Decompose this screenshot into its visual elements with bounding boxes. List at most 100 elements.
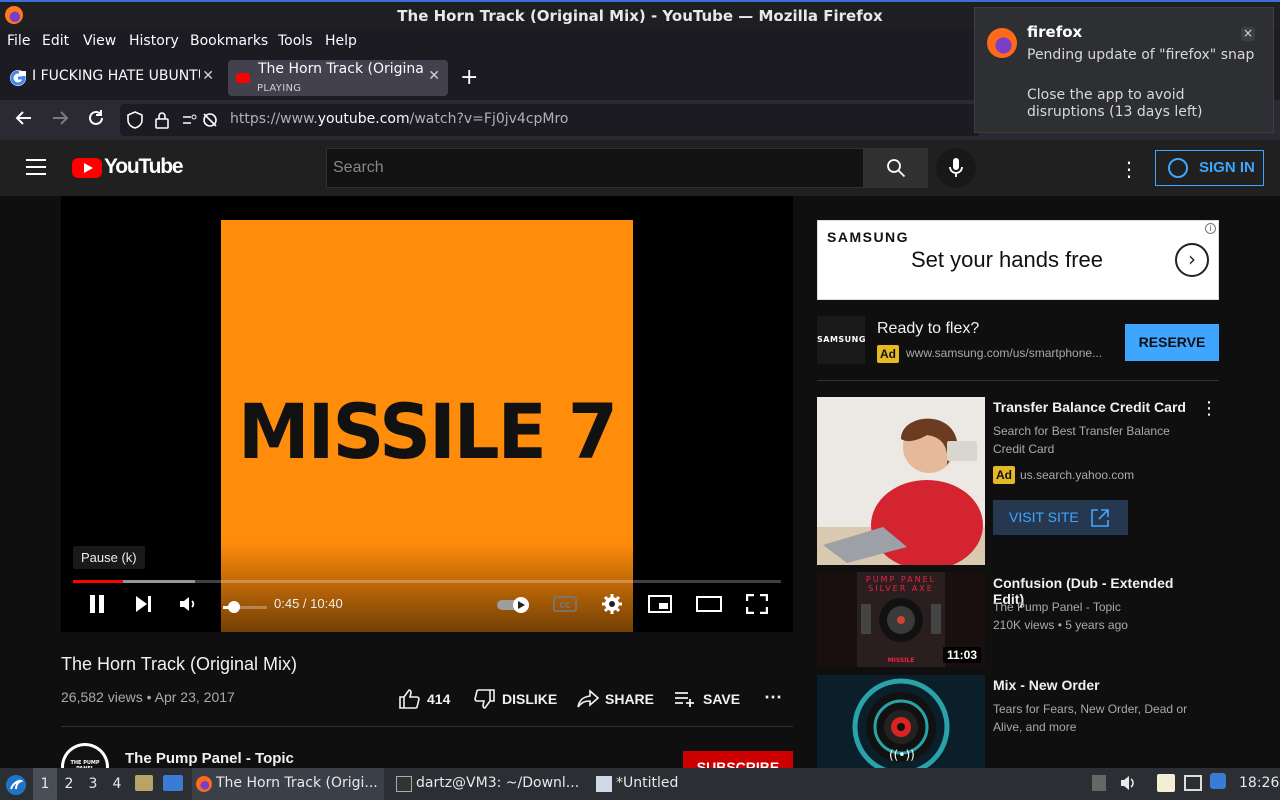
channel-name[interactable]: The Pump Panel - Topic bbox=[125, 750, 294, 767]
suggestion-stats: 210K views • 5 years ago bbox=[993, 618, 1128, 632]
thumbs-up-icon bbox=[399, 689, 420, 709]
notification-line1: Pending update of "firefox" snap bbox=[1027, 47, 1255, 63]
suggestion-desc: Tears for Fears, New Order, Dead or Aliv… bbox=[993, 702, 1188, 734]
video-title: The Horn Track (Original Mix) bbox=[61, 654, 298, 674]
video-player[interactable]: MISSILE 7 Pause (k) 0:45 / 10:40 CC bbox=[61, 196, 793, 632]
autoplay-toggle[interactable] bbox=[497, 596, 533, 626]
info-icon[interactable]: i bbox=[1205, 223, 1216, 234]
close-icon[interactable]: × bbox=[1241, 27, 1255, 41]
workspace-2[interactable]: 2 bbox=[57, 768, 81, 800]
menu-edit[interactable]: Edit bbox=[42, 33, 69, 49]
microphone-icon bbox=[949, 158, 963, 177]
search-box[interactable] bbox=[326, 148, 864, 188]
clipboard-icon[interactable] bbox=[1157, 774, 1175, 792]
youtube-logo-text[interactable]: YouTube bbox=[104, 155, 184, 179]
close-tab-icon[interactable]: ✕ bbox=[428, 68, 440, 84]
start-menu-icon[interactable] bbox=[5, 774, 27, 800]
forward-icon[interactable] bbox=[50, 108, 70, 133]
video-thumbnail[interactable]: PUMP PANEL SILVER AXE MISSILE 11:03 bbox=[817, 572, 985, 667]
tab-ubuntu[interactable]: I FUCKING HATE UBUNTU ✕ bbox=[2, 60, 222, 96]
fullscreen-icon[interactable] bbox=[745, 593, 769, 624]
task-editor[interactable]: *Untitled bbox=[592, 768, 712, 800]
firefox-icon bbox=[987, 28, 1017, 58]
file-manager-icon[interactable] bbox=[135, 775, 153, 791]
external-link-icon bbox=[1091, 509, 1109, 527]
pause-icon[interactable] bbox=[87, 593, 107, 623]
updates-icon[interactable] bbox=[1210, 773, 1226, 789]
search-button[interactable] bbox=[864, 148, 928, 188]
clock[interactable]: 18:26 bbox=[1239, 775, 1279, 791]
task-firefox[interactable]: The Horn Track (Origi... bbox=[192, 768, 384, 800]
menu-bookmarks[interactable]: Bookmarks bbox=[190, 33, 268, 49]
visit-site-button[interactable]: VISIT SITE bbox=[993, 500, 1128, 535]
reload-icon[interactable] bbox=[86, 108, 106, 133]
menu-icon[interactable] bbox=[26, 159, 46, 175]
new-tab-icon[interactable]: + bbox=[460, 65, 478, 90]
workspace-3[interactable]: 3 bbox=[81, 768, 105, 800]
sign-in-button[interactable]: SIGN IN bbox=[1155, 150, 1264, 186]
volume-slider[interactable] bbox=[223, 601, 267, 613]
youtube-logo-icon[interactable] bbox=[72, 158, 102, 178]
more-options-icon[interactable]: ⋮ bbox=[1119, 157, 1139, 181]
snap-update-notification[interactable]: firefox Pending update of "firefox" snap… bbox=[974, 7, 1274, 133]
network-icon[interactable] bbox=[1184, 775, 1202, 791]
task-terminal[interactable]: dartz@VM3: ~/Downl... bbox=[392, 768, 584, 800]
reserve-button[interactable]: RESERVE bbox=[1125, 324, 1219, 361]
suggestion-desc: Search for Best Transfer Balance Credit … bbox=[993, 424, 1170, 456]
save-label: SAVE bbox=[703, 691, 741, 707]
advertiser-logo: SAMSUNG bbox=[817, 316, 865, 364]
progress-bar[interactable] bbox=[73, 580, 781, 583]
menu-view[interactable]: View bbox=[83, 33, 116, 49]
youtube-tab-icon bbox=[236, 73, 250, 83]
mix-thumbnail[interactable]: ((•)) bbox=[817, 675, 985, 768]
shield-icon[interactable] bbox=[126, 111, 144, 133]
next-icon[interactable] bbox=[133, 594, 153, 624]
thumb-text-bottom: MISSILE bbox=[888, 657, 915, 664]
url-text[interactable]: https://www.youtube.com/watch?v=Fj0jv4cp… bbox=[230, 111, 569, 127]
url-bar[interactable]: https://www.youtube.com/watch?v=Fj0jv4cp… bbox=[120, 104, 980, 136]
miniplayer-icon[interactable] bbox=[648, 595, 672, 625]
back-icon[interactable] bbox=[14, 108, 34, 133]
more-actions-icon[interactable]: ⋯ bbox=[764, 687, 782, 708]
text-editor-icon bbox=[596, 776, 612, 792]
credit-card-ad-thumbnail[interactable] bbox=[817, 397, 985, 565]
player-controls: 0:45 / 10:40 CC bbox=[61, 591, 793, 631]
ad-headline[interactable]: Ready to flex? bbox=[877, 320, 979, 338]
more-options-icon[interactable]: ⋮ bbox=[1200, 398, 1218, 419]
volume-icon[interactable] bbox=[178, 595, 198, 625]
ad-slogan: Set your hands free bbox=[911, 247, 1104, 272]
workspace-1[interactable]: 1 bbox=[33, 768, 57, 800]
voice-search-button[interactable] bbox=[936, 148, 976, 188]
theater-mode-icon[interactable] bbox=[696, 596, 722, 626]
lock-icon[interactable] bbox=[154, 111, 170, 133]
settings-gear-icon[interactable] bbox=[601, 593, 623, 623]
ad-badge: Ad bbox=[993, 466, 1015, 484]
workspace-4[interactable]: 4 bbox=[105, 768, 129, 800]
tab-youtube[interactable]: The Horn Track (Original PLAYING ✕ bbox=[228, 60, 448, 96]
like-count: 414 bbox=[427, 691, 451, 707]
time-display: 0:45 / 10:40 bbox=[274, 596, 343, 611]
menu-history[interactable]: History bbox=[129, 33, 179, 49]
menu-tools[interactable]: Tools bbox=[278, 33, 313, 49]
show-desktop-icon[interactable] bbox=[163, 775, 183, 791]
permissions-icon[interactable] bbox=[182, 112, 218, 132]
chevron-right-icon[interactable]: › bbox=[1175, 243, 1209, 277]
task-label: dartz@VM3: ~/Downl... bbox=[416, 775, 580, 791]
suggestion-title[interactable]: Mix - New Order bbox=[993, 677, 1203, 693]
divider bbox=[61, 726, 793, 727]
taskbar: 1 2 3 4 The Horn Track (Origi... dartz@V… bbox=[0, 768, 1280, 800]
suggestion-title[interactable]: Transfer Balance Credit Card bbox=[993, 399, 1203, 415]
album-art: MISSILE 7 bbox=[221, 220, 633, 632]
volume-icon[interactable] bbox=[1119, 774, 1137, 796]
samsung-banner-ad[interactable]: SAMSUNG Set your hands free › i bbox=[817, 220, 1219, 300]
close-tab-icon[interactable]: ✕ bbox=[202, 68, 214, 84]
menu-file[interactable]: File bbox=[7, 33, 30, 49]
menu-help[interactable]: Help bbox=[325, 33, 357, 49]
tab-status: PLAYING bbox=[257, 83, 302, 94]
thumb-text-top: PUMP PANEL bbox=[866, 575, 936, 584]
volume-knob[interactable] bbox=[228, 601, 240, 613]
tray-arrow-icon[interactable] bbox=[1092, 775, 1106, 791]
captions-icon[interactable]: CC bbox=[553, 595, 577, 625]
search-input[interactable] bbox=[327, 149, 863, 187]
thumbs-down-icon bbox=[474, 689, 495, 709]
